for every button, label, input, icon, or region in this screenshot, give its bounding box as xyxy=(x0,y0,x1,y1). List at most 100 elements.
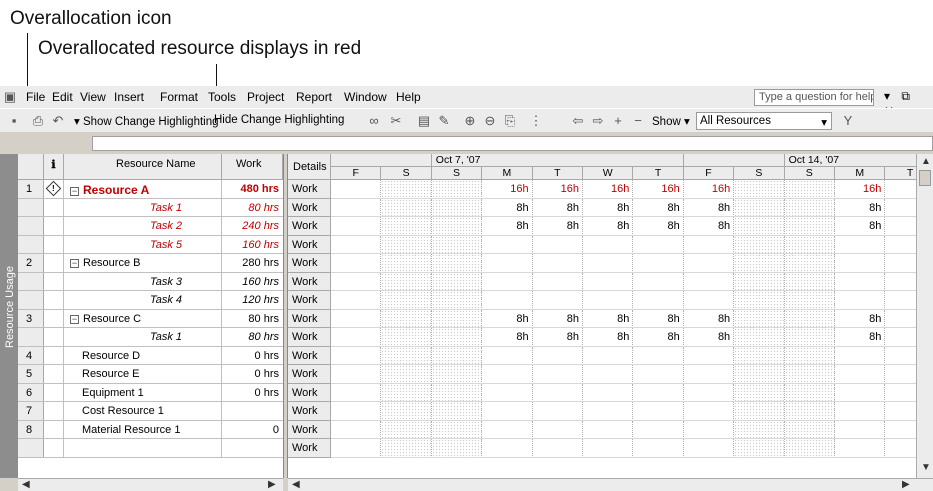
work-value-cell[interactable]: 8h xyxy=(633,309,684,328)
copy-picture-icon[interactable]: ⎘ xyxy=(502,113,518,129)
work-value-cell[interactable] xyxy=(533,383,583,402)
work-value-cell[interactable] xyxy=(482,402,533,421)
work-value-cell[interactable]: 8h xyxy=(482,328,533,347)
work-value-cell[interactable] xyxy=(583,365,634,384)
menu-view[interactable]: View xyxy=(80,90,106,104)
menu-help[interactable]: Help xyxy=(396,90,421,104)
work-value-cell[interactable] xyxy=(331,439,382,458)
work-value-cell[interactable] xyxy=(533,291,583,310)
work-value-cell[interactable]: 8h xyxy=(633,198,684,217)
work-value-cell[interactable] xyxy=(734,383,785,402)
work-value-cell[interactable] xyxy=(381,291,432,310)
task-name-cell[interactable]: Task 1 xyxy=(64,328,222,347)
work-value-cell[interactable]: 8h xyxy=(583,309,634,328)
work-cell[interactable]: 0 hrs xyxy=(222,384,283,403)
resource-name-cell[interactable]: Resource E xyxy=(64,365,222,384)
menu-window[interactable]: Window xyxy=(344,90,387,104)
resource-name-cell[interactable]: − Resource C xyxy=(64,309,222,328)
work-value-cell[interactable] xyxy=(784,420,835,439)
day-header[interactable]: T xyxy=(633,167,684,180)
work-value-cell[interactable] xyxy=(633,402,684,421)
work-value-cell[interactable] xyxy=(784,309,835,328)
work-value-cell[interactable]: 8h xyxy=(684,198,735,217)
work-value-cell[interactable]: 8h xyxy=(482,198,533,217)
menu-insert[interactable]: Insert xyxy=(114,90,144,104)
row-id[interactable] xyxy=(18,439,44,458)
work-value-cell[interactable] xyxy=(331,383,382,402)
task-name-cell[interactable]: Task 2 xyxy=(64,217,222,236)
work-value-cell[interactable] xyxy=(381,346,432,365)
work-value-cell[interactable] xyxy=(784,235,835,254)
work-value-cell[interactable] xyxy=(784,180,835,199)
day-header[interactable]: S xyxy=(381,167,432,180)
collapse-icon[interactable]: − xyxy=(70,314,79,324)
work-value-cell[interactable]: 8h xyxy=(533,309,583,328)
work-value-cell[interactable] xyxy=(784,272,835,291)
work-value-cell[interactable] xyxy=(381,383,432,402)
work-value-cell[interactable] xyxy=(784,383,835,402)
work-value-cell[interactable] xyxy=(734,346,785,365)
day-header[interactable]: S xyxy=(431,167,483,180)
day-header[interactable]: W xyxy=(583,167,634,180)
work-value-cell[interactable] xyxy=(381,420,432,439)
work-value-cell[interactable] xyxy=(431,402,483,421)
work-value-cell[interactable] xyxy=(431,217,483,236)
work-value-cell[interactable] xyxy=(482,420,533,439)
hide-change-highlighting-button[interactable]: Hide Change Highlighting xyxy=(214,114,344,126)
work-value-cell[interactable] xyxy=(533,346,583,365)
work-value-cell[interactable] xyxy=(734,198,785,217)
resource-name-cell[interactable]: Resource D xyxy=(64,346,222,365)
row-id[interactable] xyxy=(18,291,44,310)
print-icon[interactable]: ⎙ xyxy=(30,113,46,129)
scroll-thumb[interactable] xyxy=(919,170,931,186)
work-cell[interactable]: 160 hrs xyxy=(222,273,283,292)
work-value-cell[interactable]: 16h xyxy=(633,180,684,199)
work-value-cell[interactable]: 8h xyxy=(583,328,634,347)
work-value-cell[interactable] xyxy=(381,402,432,421)
work-value-cell[interactable] xyxy=(381,309,432,328)
work-value-cell[interactable] xyxy=(684,439,735,458)
work-value-cell[interactable] xyxy=(835,346,886,365)
work-value-cell[interactable] xyxy=(734,309,785,328)
work-value-cell[interactable] xyxy=(734,291,785,310)
work-value-cell[interactable] xyxy=(734,254,785,273)
day-header[interactable]: F xyxy=(331,167,382,180)
save-icon[interactable]: ▪ xyxy=(6,113,22,129)
work-value-cell[interactable] xyxy=(583,291,634,310)
resource-name-cell[interactable]: − Resource A xyxy=(64,180,222,199)
work-value-cell[interactable]: 8h xyxy=(482,217,533,236)
arrow-right-icon[interactable]: ⇨ xyxy=(590,113,606,129)
work-value-cell[interactable] xyxy=(684,420,735,439)
work-value-cell[interactable]: 8h xyxy=(633,217,684,236)
work-value-cell[interactable] xyxy=(784,346,835,365)
work-value-cell[interactable] xyxy=(784,198,835,217)
header-id[interactable] xyxy=(18,154,44,180)
work-cell[interactable]: 80 hrs xyxy=(222,199,283,218)
work-value-cell[interactable]: 8h xyxy=(482,309,533,328)
header-details[interactable]: Details xyxy=(288,154,331,180)
work-value-cell[interactable] xyxy=(331,402,382,421)
work-value-cell[interactable] xyxy=(684,272,735,291)
work-value-cell[interactable]: 8h xyxy=(533,328,583,347)
view-bar[interactable]: Resource Usage xyxy=(0,154,18,478)
work-value-cell[interactable] xyxy=(633,346,684,365)
work-value-cell[interactable] xyxy=(482,235,533,254)
work-value-cell[interactable] xyxy=(684,402,735,421)
row-id[interactable] xyxy=(18,198,44,217)
work-cell[interactable]: 120 hrs xyxy=(222,291,283,310)
day-header[interactable]: S xyxy=(734,167,785,180)
work-value-cell[interactable]: 16h xyxy=(835,180,886,199)
work-value-cell[interactable] xyxy=(533,402,583,421)
task-name-cell[interactable]: Task 3 xyxy=(64,272,222,291)
work-value-cell[interactable] xyxy=(381,180,432,199)
work-value-cell[interactable] xyxy=(583,346,634,365)
task-name-cell[interactable]: Task 4 xyxy=(64,291,222,310)
work-value-cell[interactable] xyxy=(583,383,634,402)
work-value-cell[interactable]: 16h xyxy=(583,180,634,199)
work-value-cell[interactable] xyxy=(684,346,735,365)
work-value-cell[interactable] xyxy=(482,291,533,310)
work-value-cell[interactable] xyxy=(633,420,684,439)
scroll-right-icon-2[interactable]: ▶ xyxy=(902,479,910,490)
overallocation-icon[interactable]: ! xyxy=(45,180,62,197)
work-value-cell[interactable] xyxy=(331,198,382,217)
